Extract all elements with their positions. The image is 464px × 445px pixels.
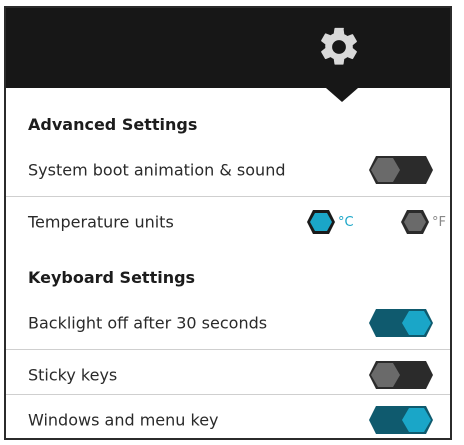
- boot-animation-row: System boot animation & sound: [6, 145, 450, 195]
- settings-panel: Advanced Settings System boot animation …: [6, 88, 450, 438]
- windows-menu-key-toggle[interactable]: [368, 405, 434, 435]
- fahrenheit-label: °F: [432, 214, 446, 230]
- temperature-fahrenheit-option[interactable]: °F: [400, 209, 446, 235]
- header-bar: [6, 8, 450, 88]
- sticky-keys-label: Sticky keys: [28, 365, 118, 385]
- temperature-units-label: Temperature units: [28, 212, 174, 232]
- settings-popup: Advanced Settings System boot animation …: [4, 6, 452, 440]
- gear-icon[interactable]: [316, 24, 362, 70]
- temperature-celsius-option[interactable]: °C: [306, 209, 354, 235]
- hexagon-radio-unselected-icon: [401, 210, 429, 234]
- keyboard-settings-title: Keyboard Settings: [28, 268, 196, 287]
- sticky-keys-toggle[interactable]: [368, 360, 434, 390]
- celsius-label: °C: [338, 214, 354, 230]
- boot-animation-label: System boot animation & sound: [28, 160, 286, 180]
- advanced-settings-title: Advanced Settings: [28, 115, 198, 134]
- boot-animation-toggle[interactable]: [368, 155, 434, 185]
- windows-menu-key-row: Windows and menu key: [6, 394, 450, 445]
- hexagon-radio-selected-icon: [307, 210, 335, 234]
- backlight-label: Backlight off after 30 seconds: [28, 313, 268, 333]
- sticky-keys-row: Sticky keys: [6, 349, 450, 400]
- backlight-row: Backlight off after 30 seconds: [6, 298, 450, 348]
- temperature-units-row: Temperature units °C °F: [6, 196, 450, 247]
- backlight-toggle[interactable]: [368, 308, 434, 338]
- windows-menu-key-label: Windows and menu key: [28, 410, 219, 430]
